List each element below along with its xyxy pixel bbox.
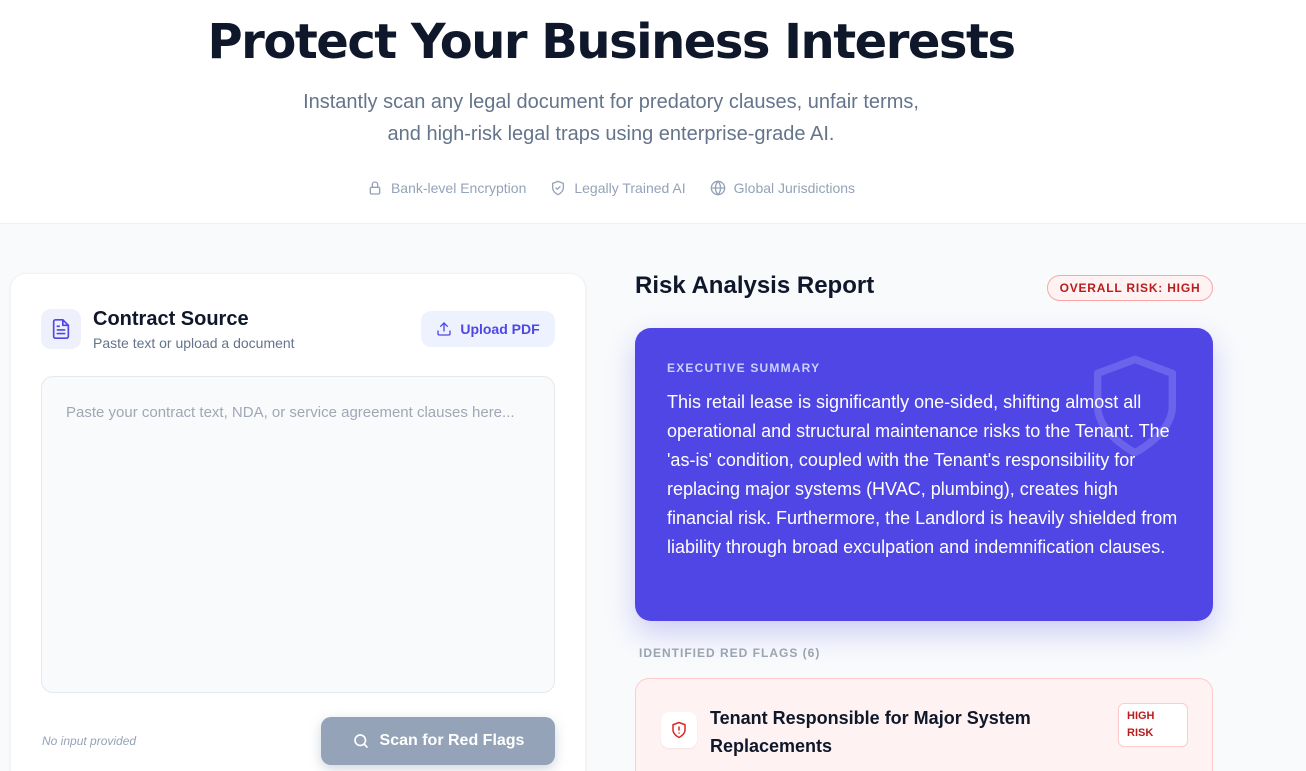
badge-label: Global Jurisdictions (733, 180, 856, 196)
contract-source-card: Contract Source Paste text or upload a d… (10, 273, 586, 771)
red-flag-risk-line-1: HIGH (1127, 710, 1155, 722)
contract-source-title: Contract Source (93, 308, 249, 330)
badge-encryption: Bank-level Encryption (367, 180, 526, 196)
search-icon (353, 734, 368, 748)
badge-jurisdictions: Global Jurisdictions (710, 180, 855, 196)
executive-summary-card: EXECUTIVE SUMMARY This retail lease is s… (635, 328, 1213, 621)
file-icon (41, 309, 81, 349)
lock-icon (369, 181, 381, 195)
red-flags-label: IDENTIFIED RED FLAGS (6) (639, 646, 821, 660)
shield-check-icon (552, 180, 565, 196)
scan-button-label: Scan for Red Flags (379, 732, 525, 749)
upload-pdf-button[interactable]: Upload PDF (421, 311, 555, 347)
report-title: Risk Analysis Report (635, 272, 875, 299)
badge-label: Bank-level Encryption (390, 180, 527, 196)
summary-text: This retail lease is significantly one-s… (667, 392, 1178, 557)
shield-alert-icon (661, 712, 697, 748)
hero-subtitle-line-2: and high-risk legal traps using enterpri… (387, 123, 835, 145)
trust-badges: Bank-level Encryption Legally Trained AI… (0, 180, 1222, 196)
page-title: Protect Your Business Interests (207, 14, 1016, 70)
overall-risk-badge: OVERALL RISK: HIGH (1047, 275, 1213, 301)
summary-label: EXECUTIVE SUMMARY (667, 361, 821, 375)
badge-label: Legally Trained AI (574, 180, 686, 196)
hero-section: Protect Your Business Interests Instantl… (0, 0, 1306, 224)
upload-pdf-label: Upload PDF (460, 321, 540, 337)
hero-subtitle-line-1: Instantly scan any legal document for pr… (303, 91, 919, 113)
scan-button[interactable]: Scan for Red Flags (321, 717, 555, 765)
badge-trained-ai: Legally Trained AI (550, 180, 686, 196)
red-flag-risk-badge: HIGH RISK (1118, 703, 1188, 747)
red-flag-card[interactable]: Tenant Responsible for Major System Repl… (635, 678, 1213, 771)
contract-source-subtitle: Paste text or upload a document (93, 335, 295, 351)
input-status: No input provided (42, 734, 137, 748)
red-flag-title: Tenant Responsible for Major System Repl… (710, 708, 1031, 756)
globe-icon (710, 180, 725, 196)
red-flag-risk-line-2: RISK (1127, 727, 1154, 739)
upload-icon (437, 322, 451, 336)
contract-text-input[interactable] (41, 376, 555, 693)
hero-subtitle: Instantly scan any legal document for pr… (0, 86, 1222, 150)
